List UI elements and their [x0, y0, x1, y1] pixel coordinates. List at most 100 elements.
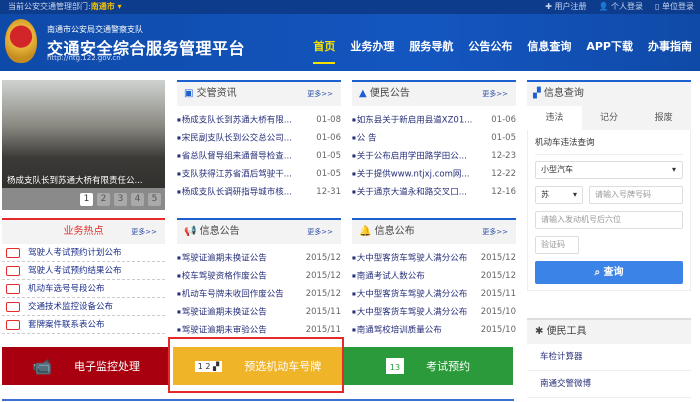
info_publish-icon: 🔔: [359, 226, 375, 237]
list-item[interactable]: 校车驾驶资格作废公告 2015/12: [177, 267, 341, 285]
nav-query[interactable]: 信息查询: [527, 38, 571, 54]
item-title[interactable]: 大中型客货车驾驶人满分公布: [352, 285, 468, 303]
site-header: 南通市公安局交通警察支队 交通安全综合服务管理平台 http://ntg.122…: [0, 14, 700, 71]
item-title[interactable]: 驾驶证逾期未换证公告: [177, 303, 267, 321]
query-icon: ▞: [533, 88, 544, 99]
slide-page-3[interactable]: 3: [114, 193, 127, 206]
item-date: 12-23: [491, 151, 516, 161]
item-title[interactable]: 南通驾校培训质量公布: [352, 321, 442, 339]
exam-banner[interactable]: 13 考试预约: [343, 347, 513, 385]
more-link[interactable]: 更多>>: [482, 220, 508, 244]
info-query-panel: ▞ 信息查询 违法 记分 报废 机动车违法查询 小型汽车 ▾ 苏 ▾ 请输入号牌号码…: [527, 80, 691, 291]
list-item[interactable]: 省总队督导组来通督导检查... 01-05: [177, 147, 341, 165]
more-link[interactable]: 更多>>: [307, 82, 333, 106]
list-item[interactable]: 宋民副支队长到公交总公司... 01-06: [177, 129, 341, 147]
list-item[interactable]: 关于公布启用学田路学田公... 12-23: [352, 147, 516, 165]
item-title[interactable]: 校车驾驶资格作废公告: [177, 267, 267, 285]
tool-link-inspection-calculator[interactable]: 车检计算器: [527, 344, 691, 371]
calendar-icon: [6, 247, 20, 258]
nav-app[interactable]: APP下载: [586, 38, 633, 54]
list-item[interactable]: 关于通京大道永和路交叉口... 12-16: [352, 183, 516, 201]
list-item[interactable]: 大中型客货车驾驶人满分公布 2015/12: [352, 249, 516, 267]
tab-violation[interactable]: 违法: [527, 106, 582, 130]
slide-pager: 1 2 3 4 5: [2, 188, 165, 210]
list-item[interactable]: 南通驾校培训质量公布 2015/10: [352, 321, 516, 339]
slide-page-5[interactable]: 5: [148, 193, 161, 206]
list-item[interactable]: 驾驶人考试预约结果公布: [2, 262, 165, 280]
list-item[interactable]: 交通技术监控设备公布: [2, 298, 165, 316]
item-title[interactable]: 杨成支队长到苏通大桥有限...: [177, 111, 292, 129]
list-item[interactable]: 机动车选号号段公布: [2, 280, 165, 298]
list-item[interactable]: 关于提供www.ntjxj.com网... 12-22: [352, 165, 516, 183]
nav-guide[interactable]: 办事指南: [648, 38, 692, 54]
item-title[interactable]: 宋民副支队长到公交总公司...: [177, 129, 292, 147]
plate-number-input[interactable]: 请输入号牌号码: [589, 186, 683, 204]
list-item[interactable]: 驾驶人考试预约计划公布: [2, 244, 165, 262]
list-item[interactable]: 公 告 01-05: [352, 129, 516, 147]
city-dropdown[interactable]: 南通市 ▾: [91, 2, 122, 11]
item-title[interactable]: 关于通京大道永和路交叉口...: [352, 183, 467, 201]
more-link[interactable]: 更多>>: [131, 220, 157, 244]
list-item[interactable]: 大中型客货车驾驶人满分公布 2015/11: [352, 285, 516, 303]
item-title[interactable]: 大中型客货车驾驶人满分公布: [352, 303, 468, 321]
personal-login-link[interactable]: 👤 个人登录: [599, 0, 644, 14]
department-selector[interactable]: 当前公安交通管理部门:南通市 ▾: [8, 0, 122, 14]
panel-title: 信息公告: [199, 226, 240, 237]
list-item[interactable]: 如东县关于新启用县道XZ01... 01-06: [352, 111, 516, 129]
item-title[interactable]: 杨成支队长调研指导城市核...: [177, 183, 292, 201]
list-item[interactable]: 支队获得江苏省酒后驾驶干... 01-05: [177, 165, 341, 183]
nav-home[interactable]: 首页: [313, 38, 336, 64]
item-title[interactable]: 关于公布启用学田路学田公...: [352, 147, 467, 165]
item-title[interactable]: 机动车号牌未收回作废公告: [177, 285, 284, 303]
item-title[interactable]: 公 告: [352, 129, 377, 147]
vehicle-type-select[interactable]: 小型汽车 ▾: [535, 161, 683, 179]
tab-scrap[interactable]: 报废: [636, 106, 691, 130]
list-item[interactable]: 大中型客货车驾驶人满分公布 2015/10: [352, 303, 516, 321]
nav-business[interactable]: 业务办理: [350, 38, 394, 54]
news-slideshow[interactable]: 杨成支队长到苏通大桥有限责任公... 1 2 3 4 5: [2, 80, 165, 210]
item-date: 2015/10: [480, 325, 516, 335]
list-item[interactable]: 驾驶证逾期未换证公告 2015/11: [177, 303, 341, 321]
list-item[interactable]: 驾驶证逾期未换证公告 2015/12: [177, 249, 341, 267]
item-title[interactable]: 大中型客货车驾驶人满分公布: [352, 249, 468, 267]
item-label: 驾驶人考试预约计划公布: [28, 247, 122, 258]
item-date: 2015/12: [480, 253, 516, 263]
item-date: 12-22: [491, 169, 516, 179]
slide-page-2[interactable]: 2: [97, 193, 110, 206]
list-item[interactable]: 杨成支队长到苏通大桥有限... 01-08: [177, 111, 341, 129]
province-select[interactable]: 苏 ▾: [535, 186, 583, 204]
list-item[interactable]: 南通考试人数公布 2015/12: [352, 267, 516, 285]
item-title[interactable]: 省总队督导组来通督导检查...: [177, 147, 292, 165]
banner-label: 电子监控处理: [73, 360, 140, 373]
item-title[interactable]: 南通考试人数公布: [352, 267, 425, 285]
panel-title: 业务热点: [63, 226, 104, 237]
nav-service[interactable]: 服务导航: [409, 38, 453, 54]
captcha-input[interactable]: 验证码: [535, 236, 579, 254]
query-submit-button[interactable]: ⌕ 查询: [535, 261, 683, 284]
site-url: http://ntg.122.gov.cn: [47, 54, 121, 62]
police-emblem-icon: [5, 19, 37, 63]
item-title[interactable]: 关于提供www.ntjxj.com网...: [352, 165, 470, 183]
item-title[interactable]: 驾驶证逾期未换证公告: [177, 249, 267, 267]
list-item[interactable]: 套牌案件联系表公布: [2, 316, 165, 334]
panel-title: 便民工具: [546, 326, 587, 337]
monitor-banner[interactable]: 📹 电子监控处理: [2, 347, 170, 385]
slide-caption[interactable]: 杨成支队长到苏通大桥有限责任公...: [7, 174, 143, 186]
slide-page-4[interactable]: 4: [131, 193, 144, 206]
plate-icon: [6, 283, 20, 294]
list-item[interactable]: 杨成支队长调研指导城市核... 12-31: [177, 183, 341, 201]
item-title[interactable]: 支队获得江苏省酒后驾驶干...: [177, 165, 292, 183]
item-title[interactable]: 如东县关于新启用县道XZ01...: [352, 111, 473, 129]
tool-link-weibo[interactable]: 南通交警微博: [527, 371, 691, 398]
more-link[interactable]: 更多>>: [307, 220, 333, 244]
nav-announcements[interactable]: 公告公布: [468, 38, 512, 54]
list-item[interactable]: 机动车号牌未收回作废公告 2015/12: [177, 285, 341, 303]
engine-number-input[interactable]: 请输入发动机号后六位: [535, 211, 683, 229]
unit-login-link[interactable]: ▯ 单位登录: [655, 0, 694, 14]
tab-points[interactable]: 记分: [582, 106, 637, 130]
main-nav: 首页 业务办理 服务导航 公告公布 信息查询 APP下载 办事指南: [313, 38, 692, 64]
panel-title: 信息查询: [543, 88, 584, 99]
slide-page-1[interactable]: 1: [80, 193, 93, 206]
more-link[interactable]: 更多>>: [482, 82, 508, 106]
register-link[interactable]: ✚ 用户注册: [545, 0, 586, 14]
